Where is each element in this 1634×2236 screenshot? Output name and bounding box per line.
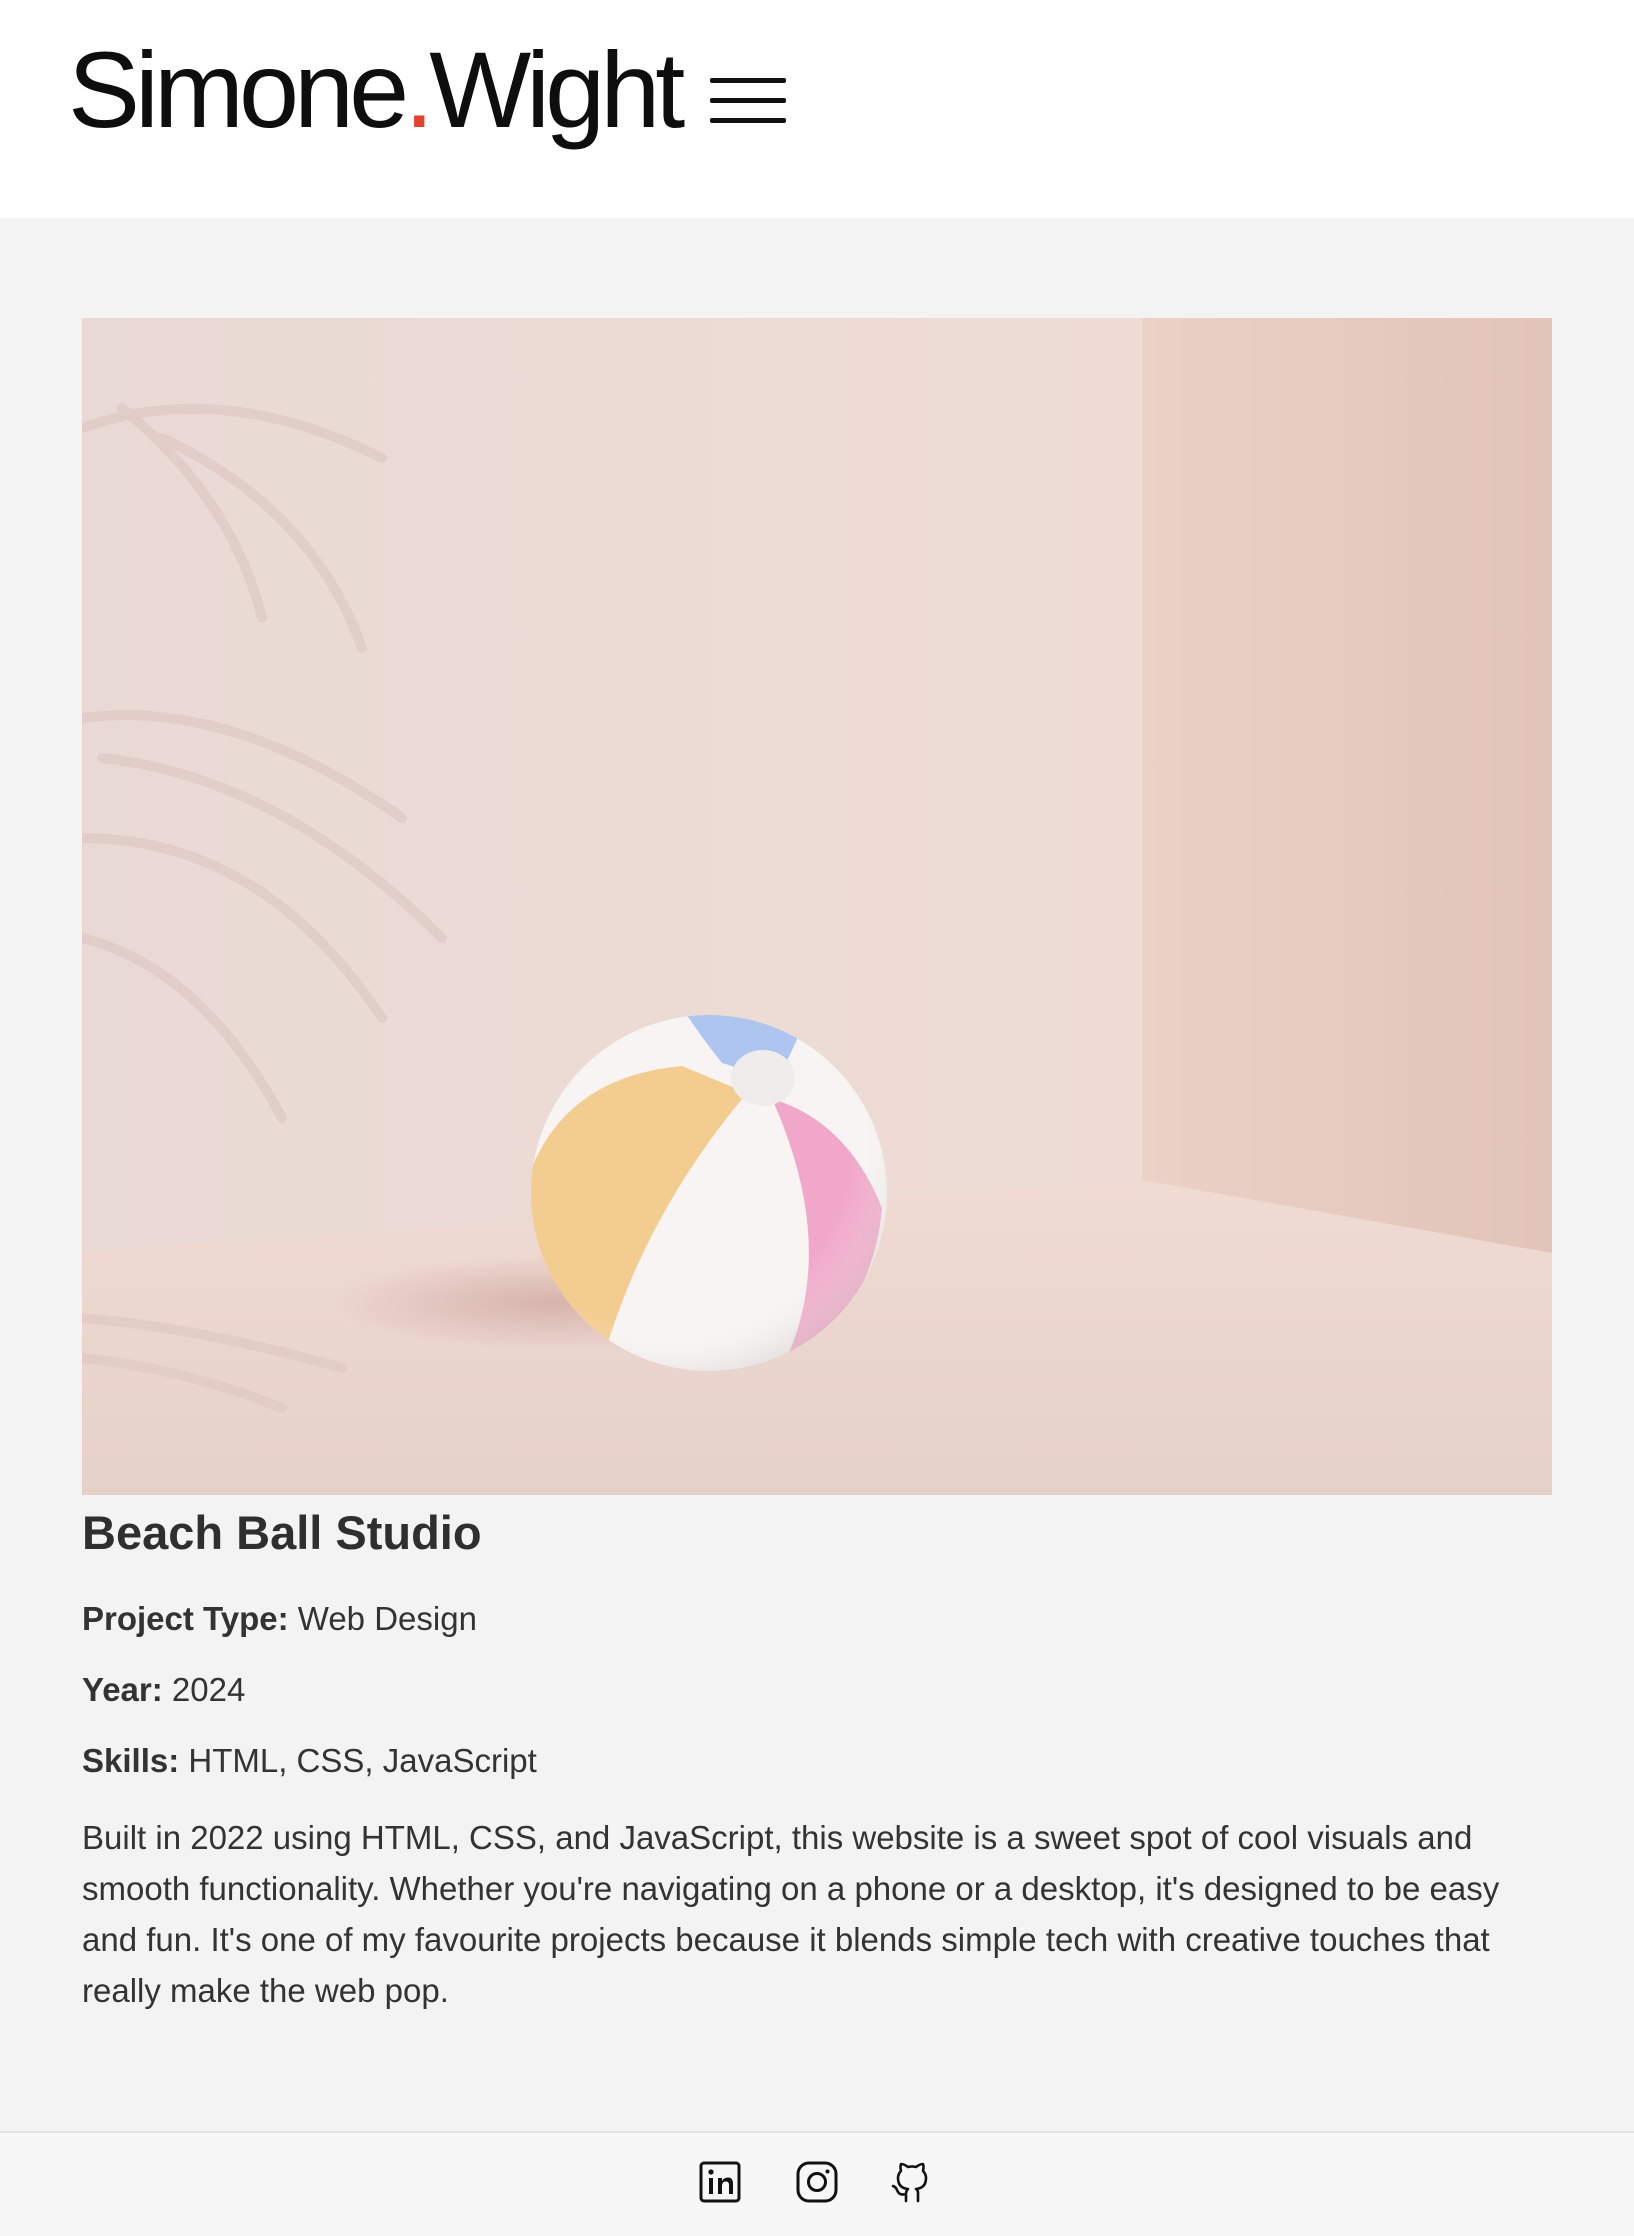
- project-skills-value: HTML, CSS, JavaScript: [188, 1742, 537, 1779]
- project-type: Project Type: Web Design: [82, 1599, 1562, 1639]
- github-icon[interactable]: [889, 2159, 935, 2205]
- logo-dot: .: [404, 29, 434, 150]
- linkedin-icon[interactable]: [697, 2159, 743, 2205]
- site-header: Simone.Wight: [0, 0, 1634, 218]
- logo-first-name: Simone: [68, 29, 409, 150]
- project-year-value: 2024: [171, 1671, 246, 1708]
- project-title: Beach Ball Studio: [82, 1506, 482, 1559]
- project-description: Built in 2022 using HTML, CSS, and JavaS…: [82, 1819, 1500, 2009]
- project-year: Year: 2024: [82, 1670, 1562, 1710]
- beach-ball-image: [82, 318, 1552, 1495]
- site-logo[interactable]: Simone.Wight: [68, 36, 685, 144]
- project-type-label: Project Type:: [82, 1600, 289, 1637]
- project-type-value: Web Design: [297, 1600, 477, 1637]
- logo-last-name: Wight: [429, 29, 685, 150]
- project-skills: Skills: HTML, CSS, JavaScript: [82, 1741, 1562, 1781]
- site-footer: [0, 2131, 1634, 2236]
- instagram-icon[interactable]: [794, 2159, 840, 2205]
- project-details: Beach Ball Studio Project Type: Web Desi…: [82, 1505, 1562, 2016]
- project-skills-label: Skills:: [82, 1742, 180, 1779]
- hamburger-menu-icon[interactable]: [710, 72, 788, 130]
- project-year-label: Year:: [82, 1671, 163, 1708]
